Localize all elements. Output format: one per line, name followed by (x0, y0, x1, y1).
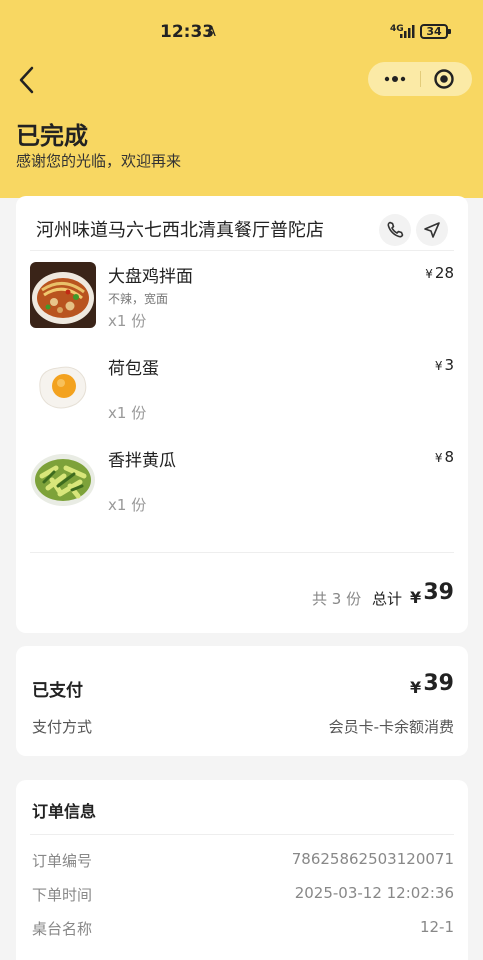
order-info-title: 订单信息 (32, 802, 97, 821)
order-status-title: 已完成 (16, 122, 88, 150)
dish-image (30, 354, 96, 420)
close-target-icon (434, 69, 454, 89)
divider (30, 250, 454, 251)
item-quantity: x1 份 (108, 404, 147, 422)
paid-amount: 39 (423, 671, 454, 696)
back-button[interactable] (14, 64, 42, 96)
item-name: 大盘鸡拌面 (108, 267, 193, 287)
miniapp-capsule (368, 62, 472, 96)
more-dots-icon (384, 76, 406, 82)
item-name: 香拌黄瓜 (108, 451, 176, 471)
close-button[interactable] (433, 68, 455, 90)
status-bar: 12:33 A 4G 34 (0, 18, 483, 48)
order-info-card: 订单信息 订单编号 78625862503120071 下单时间 2025-03… (16, 780, 468, 960)
table-name-value: 12-1 (419, 918, 454, 936)
total-currency: ¥ (410, 588, 422, 607)
table-name-row: 桌台名称 12-1 (32, 918, 454, 940)
divider (30, 552, 454, 553)
table-name-label: 桌台名称 (32, 920, 93, 938)
item-name: 荷包蛋 (108, 359, 159, 379)
item-price: ¥8 (434, 448, 454, 466)
order-time-value: 2025-03-12 12:02:36 (294, 884, 454, 902)
item-quantity: x1 份 (108, 496, 147, 514)
total-label: 总计 (372, 590, 403, 608)
store-name: 河州味道马六七西北清真餐厅普陀店 (36, 220, 324, 241)
navigation-icon (424, 222, 440, 238)
paid-label: 已支付 (32, 681, 83, 701)
list-item[interactable]: 大盘鸡拌面 不辣，宽面 x1 份 ¥28 (30, 262, 454, 342)
order-time-row: 下单时间 2025-03-12 12:02:36 (32, 884, 454, 906)
order-number-value[interactable]: 78625862503120071 (292, 850, 454, 868)
order-status-subtitle: 感谢您的光临，欢迎再来 (16, 152, 182, 170)
header-area: 12:33 A 4G 34 已完成 感谢您的光临，欢迎再来 (0, 0, 483, 198)
dish-image (30, 262, 96, 328)
battery-icon: 34 (420, 24, 451, 39)
call-store-button[interactable] (379, 214, 411, 246)
total-amount: 39 (423, 580, 454, 605)
status-time-extra: A (207, 25, 216, 40)
item-quantity: x1 份 (108, 312, 147, 330)
payment-method-value: 会员卡-卡余额消费 (328, 718, 454, 736)
paid-currency: ¥ (410, 678, 422, 697)
item-spec: 不辣，宽面 (108, 292, 169, 306)
order-number-row: 订单编号 78625862503120071 (32, 850, 454, 872)
order-time-label: 下单时间 (32, 886, 93, 904)
payment-method-label: 支付方式 (32, 718, 93, 736)
list-item[interactable]: 香拌黄瓜 x1 份 ¥8 (30, 446, 454, 526)
item-count: 共 3 份 (312, 590, 362, 608)
dish-image (30, 446, 96, 512)
payment-card: 已支付 ¥ 39 支付方式 会员卡-卡余额消费 (16, 646, 468, 756)
order-items-card: 河州味道马六七西北清真餐厅普陀店 大盘鸡拌面 不辣，宽面 x1 份 ¥ 28 荷… (16, 196, 468, 633)
order-number-label: 订单编号 (32, 852, 93, 870)
navigate-store-button[interactable] (416, 214, 448, 246)
list-item[interactable]: 荷包蛋 x1 份 ¥3 (30, 354, 454, 434)
capsule-divider (420, 71, 421, 87)
phone-icon (387, 221, 404, 238)
item-price: ¥28 (425, 264, 454, 282)
divider (30, 834, 454, 835)
status-time: 12:33 (160, 22, 215, 42)
item-price: ¥3 (434, 356, 454, 374)
back-arrow-icon (19, 66, 34, 94)
more-button[interactable] (381, 69, 409, 89)
signal-bars-icon (400, 25, 415, 38)
